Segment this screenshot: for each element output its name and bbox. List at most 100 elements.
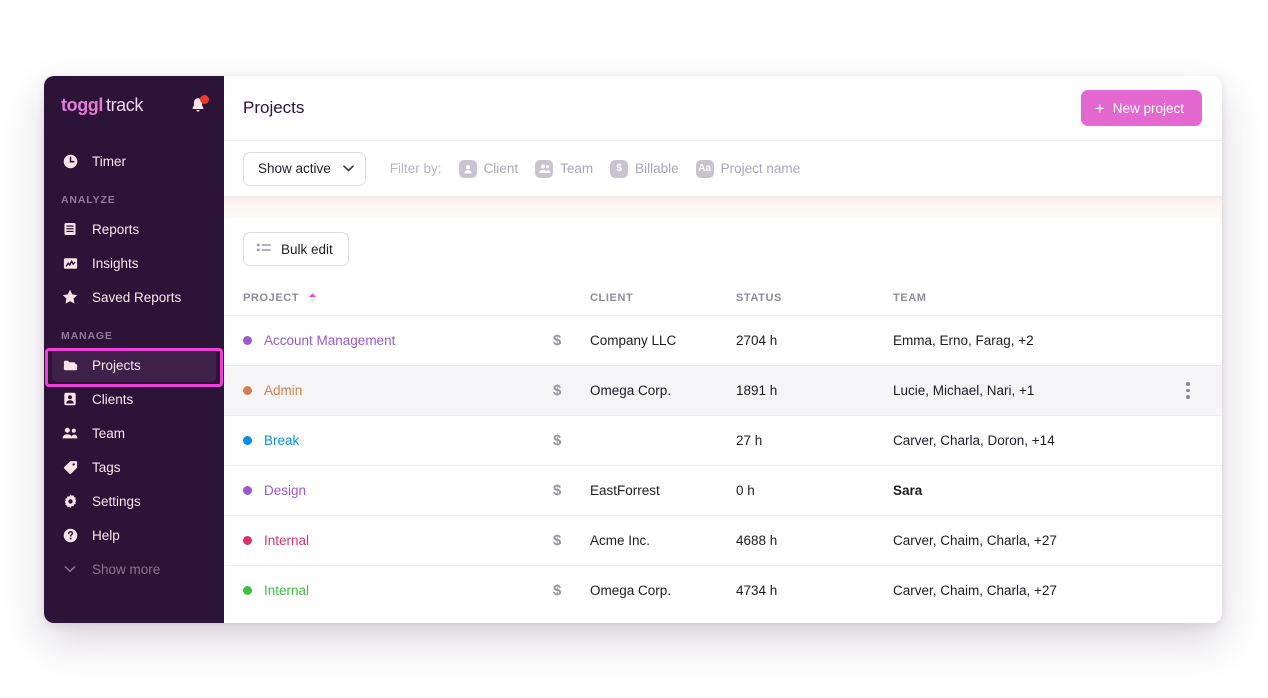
project-name-link[interactable]: Admin <box>264 383 302 398</box>
cell-client: Acme Inc. <box>590 533 736 548</box>
sidebar-item-clients[interactable]: Clients <box>52 382 216 416</box>
sidebar-group-manage: MANAGE <box>44 330 224 342</box>
project-color-dot <box>243 336 252 345</box>
project-name-link[interactable]: Internal <box>264 583 309 598</box>
notice-strip <box>224 197 1222 218</box>
table-row[interactable]: Break $27 hCarver, Charla, Doron, +14 <box>224 415 1222 465</box>
cell-billable: $ <box>553 532 590 549</box>
column-header-team[interactable]: TEAM <box>893 292 1173 304</box>
new-project-label: New project <box>1113 101 1184 116</box>
project-color-dot <box>243 586 252 595</box>
sidebar-item-insights[interactable]: Insights <box>52 246 216 280</box>
filter-chip-label: Billable <box>635 161 679 176</box>
cell-project: Break <box>243 433 553 448</box>
sidebar-item-label: Saved Reports <box>92 290 181 305</box>
project-name-link[interactable]: Break <box>264 433 299 448</box>
page-title: Projects <box>243 98 304 118</box>
cell-project: Internal <box>243 533 553 548</box>
insights-icon <box>61 254 79 272</box>
cell-billable: $ <box>553 582 590 599</box>
cell-status: 4734 h <box>736 583 893 598</box>
brand-row: toggltrack <box>44 76 224 134</box>
sidebar-item-tags[interactable]: Tags <box>52 450 216 484</box>
sidebar-item-settings[interactable]: Settings <box>52 484 216 518</box>
project-name-link[interactable]: Design <box>264 483 306 498</box>
cell-team: Carver, Chaim, Charla, +27 <box>893 533 1173 548</box>
main-content: Projects + New project Show active Filte… <box>224 76 1222 623</box>
people-icon <box>535 160 553 178</box>
report-icon <box>61 220 79 238</box>
notifications-button[interactable] <box>188 95 208 115</box>
table-row[interactable]: Account Management$Company LLC2704 hEmma… <box>224 315 1222 365</box>
cell-team: Carver, Charla, Doron, +14 <box>893 433 1173 448</box>
notification-badge-dot <box>200 95 209 104</box>
filter-chip-client[interactable]: Client <box>459 160 519 178</box>
table-header-row: PROJECT CLIENT STATUS TEAM <box>224 281 1222 315</box>
sidebar-item-reports[interactable]: Reports <box>52 212 216 246</box>
sidebar-item-label: Projects <box>92 358 141 373</box>
cell-billable: $ <box>553 432 590 449</box>
gear-icon <box>61 492 79 510</box>
filter-chip-label: Client <box>484 161 519 176</box>
filter-chip-billable[interactable]: $ Billable <box>610 160 679 178</box>
project-name-link[interactable]: Account Management <box>264 333 395 348</box>
cell-status: 4688 h <box>736 533 893 548</box>
cell-team: Sara <box>893 483 1173 498</box>
column-header-client[interactable]: CLIENT <box>590 292 736 304</box>
folder-icon <box>61 356 79 374</box>
tag-icon <box>61 458 79 476</box>
table-row[interactable]: Admin$Omega Corp.1891 hLucie, Michael, N… <box>224 365 1222 415</box>
cell-row-menu[interactable] <box>1173 382 1203 399</box>
cell-team: Carver, Chaim, Charla, +27 <box>893 583 1173 598</box>
app-window: toggltrack Timer ANALYZE Reports <box>44 76 1222 623</box>
cell-team: Lucie, Michael, Nari, +1 <box>893 383 1173 398</box>
filter-chip-label: Team <box>560 161 593 176</box>
cell-status: 27 h <box>736 433 893 448</box>
sort-ascending-icon[interactable] <box>307 292 318 304</box>
column-header-project-label: PROJECT <box>243 292 299 304</box>
column-header-project[interactable]: PROJECT <box>243 292 553 304</box>
toggl-track-logo[interactable]: toggltrack <box>61 95 143 116</box>
sidebar-item-timer[interactable]: Timer <box>52 144 216 178</box>
column-header-status[interactable]: STATUS <box>736 292 893 304</box>
sidebar-item-help[interactable]: Help <box>52 518 216 552</box>
show-active-label: Show active <box>258 161 331 176</box>
cell-status: 2704 h <box>736 333 893 348</box>
project-name-link[interactable]: Internal <box>264 533 309 548</box>
cell-project: Admin <box>243 383 553 398</box>
sidebar-item-label: Team <box>92 426 125 441</box>
cell-status: 0 h <box>736 483 893 498</box>
dollar-icon: $ <box>610 160 628 178</box>
sidebar-item-label: Settings <box>92 494 141 509</box>
sidebar-item-projects[interactable]: Projects <box>52 348 216 382</box>
table-row[interactable]: Design$EastForrest0 hSara <box>224 465 1222 515</box>
new-project-button[interactable]: + New project <box>1081 90 1202 126</box>
cell-client: Omega Corp. <box>590 383 736 398</box>
table-row[interactable]: Internal$Omega Corp.4734 hCarver, Chaim,… <box>224 565 1222 615</box>
projects-table-body: Account Management$Company LLC2704 hEmma… <box>224 315 1222 623</box>
cell-billable: $ <box>553 382 590 399</box>
sidebar-item-show-more[interactable]: Show more <box>52 552 216 586</box>
sidebar-item-team[interactable]: Team <box>52 416 216 450</box>
plus-icon: + <box>1095 100 1105 117</box>
show-active-dropdown[interactable]: Show active <box>243 152 366 186</box>
clock-icon <box>61 152 79 170</box>
filter-chip-project-name[interactable]: Aa Project name <box>696 160 801 178</box>
star-icon <box>61 288 79 306</box>
filter-chip-team[interactable]: Team <box>535 160 593 178</box>
sidebar-item-saved-reports[interactable]: Saved Reports <box>52 280 216 314</box>
bulk-edit-button[interactable]: Bulk edit <box>243 232 349 266</box>
cell-client: Company LLC <box>590 333 736 348</box>
nav-spacer <box>44 134 224 144</box>
sidebar-item-label: Clients <box>92 392 133 407</box>
project-color-dot <box>243 386 252 395</box>
table-row[interactable]: Internal $Acme Inc.4688 hCarver, Chaim, C… <box>224 515 1222 565</box>
sidebar-item-label: Tags <box>92 460 121 475</box>
person-badge-icon <box>61 390 79 408</box>
sidebar: toggltrack Timer ANALYZE Reports <box>44 76 224 623</box>
cell-billable: $ <box>553 332 590 349</box>
project-color-dot <box>243 436 252 445</box>
page-header: Projects + New project <box>224 76 1222 141</box>
sidebar-item-label: Show more <box>92 562 160 577</box>
row-options-menu-icon[interactable] <box>1173 382 1203 399</box>
